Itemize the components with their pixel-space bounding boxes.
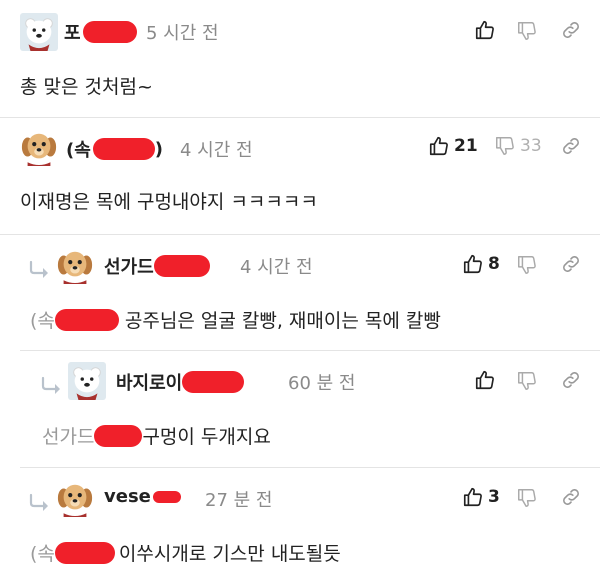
like-button[interactable] (474, 19, 496, 41)
comment-text: 공주님은 얼굴 칼빵, 재매이는 목에 칼빵 (124, 310, 441, 332)
comment-text: 구멍이 두개지요 (142, 426, 271, 448)
comment-time: 4 시간 전 (180, 140, 253, 161)
thumbs-up-icon (462, 486, 484, 508)
like-button[interactable] (474, 369, 496, 391)
like-button[interactable]: 21 (428, 135, 478, 157)
comment-text-row: 선가드 구멍이 두개지요 (42, 422, 271, 449)
reply-target[interactable]: (속 (30, 306, 55, 333)
puppy-avatar[interactable] (56, 246, 94, 284)
polar-bear-avatar[interactable] (20, 13, 58, 51)
redaction-mark (94, 424, 143, 447)
comment-text-row: (속 공주님은 얼굴 칼빵, 재매이는 목에 칼빵 (30, 306, 441, 333)
like-count: 3 (488, 487, 500, 507)
share-link-button[interactable] (560, 135, 582, 157)
comment-author[interactable]: 포 (64, 19, 137, 45)
redaction-mark (182, 371, 245, 393)
comment-time: 5 시간 전 (146, 23, 219, 44)
comment-3-reply: 선가드 4 시간 전 8 (속 공주님은 얼굴 칼빵, 재매이는 목에 칼빵 (0, 234, 600, 350)
redaction-mark (54, 308, 119, 331)
dislike-button[interactable] (516, 487, 538, 509)
link-icon (560, 19, 582, 41)
redaction-mark (153, 255, 210, 277)
thumbs-up-icon (474, 19, 496, 41)
comment-text: 이재명은 목에 구멍내야지 ㅋㅋㅋㅋㅋ (20, 191, 318, 213)
share-link-button[interactable] (560, 253, 582, 275)
comment-text: 이쑤시개로 기스만 내도될듯 (118, 543, 341, 565)
comment-text: 총 맞은 것처럼~ (20, 76, 153, 98)
comment-author[interactable]: 바지로이 (116, 369, 245, 395)
comment-text-row: (속 이쑤시개로 기스만 내도될듯 (30, 539, 341, 566)
comment-time: 60 분 전 (288, 373, 356, 394)
reply-target[interactable]: 선가드 (42, 422, 94, 449)
like-button[interactable]: 8 (462, 253, 500, 275)
thumbs-down-icon (516, 20, 538, 42)
comment-2: (속 ) 4 시간 전 21 33 이재명은 목에 구멍내야지 ㅋㅋㅋㅋㅋ (0, 117, 600, 234)
redaction-mark (82, 21, 137, 43)
like-button[interactable]: 3 (462, 486, 500, 508)
share-link-button[interactable] (560, 19, 582, 41)
comment-author[interactable]: vese (104, 486, 181, 507)
reply-arrow-icon (28, 260, 52, 278)
dislike-button[interactable] (516, 254, 538, 276)
thumbs-up-icon (428, 135, 450, 157)
comment-5-reply: vese 27 분 전 3 (속 이쑤시개로 기스만 내도될듯 (0, 467, 600, 587)
thumbs-down-icon (516, 254, 538, 276)
dislike-button[interactable] (516, 370, 538, 392)
polar-bear-avatar[interactable] (68, 362, 106, 400)
comment-time: 27 분 전 (205, 490, 273, 511)
comment-author[interactable]: 선가드 (104, 253, 210, 279)
thumbs-up-icon (474, 369, 496, 391)
comment-time: 4 시간 전 (240, 257, 313, 278)
share-link-button[interactable] (560, 486, 582, 508)
link-icon (560, 369, 582, 391)
thumbs-up-icon (462, 253, 484, 275)
like-count: 21 (454, 136, 478, 156)
link-icon (560, 135, 582, 157)
comment-1: 포 5 시간 전 총 맞은 것처럼~ (0, 0, 600, 117)
like-count: 8 (488, 254, 500, 274)
redaction-mark (92, 138, 155, 160)
share-link-button[interactable] (560, 369, 582, 391)
link-icon (560, 486, 582, 508)
link-icon (560, 253, 582, 275)
thumbs-down-icon (494, 135, 516, 157)
comment-4-reply: 바지로이 60 분 전 선가드 구멍이 두개지요 (0, 350, 600, 467)
reply-target[interactable]: (속 (30, 539, 55, 566)
thumbs-down-icon (516, 370, 538, 392)
puppy-avatar[interactable] (20, 128, 58, 166)
dislike-button[interactable] (516, 20, 538, 42)
reply-arrow-icon (28, 493, 52, 511)
thumbs-down-icon (516, 487, 538, 509)
reply-arrow-icon (40, 376, 64, 394)
dislike-count: 33 (520, 136, 542, 156)
comment-author[interactable]: (속 ) (66, 136, 163, 162)
puppy-avatar[interactable] (56, 479, 94, 517)
dislike-button[interactable]: 33 (494, 135, 542, 157)
redaction-mark (152, 490, 181, 503)
redaction-mark (54, 541, 115, 564)
